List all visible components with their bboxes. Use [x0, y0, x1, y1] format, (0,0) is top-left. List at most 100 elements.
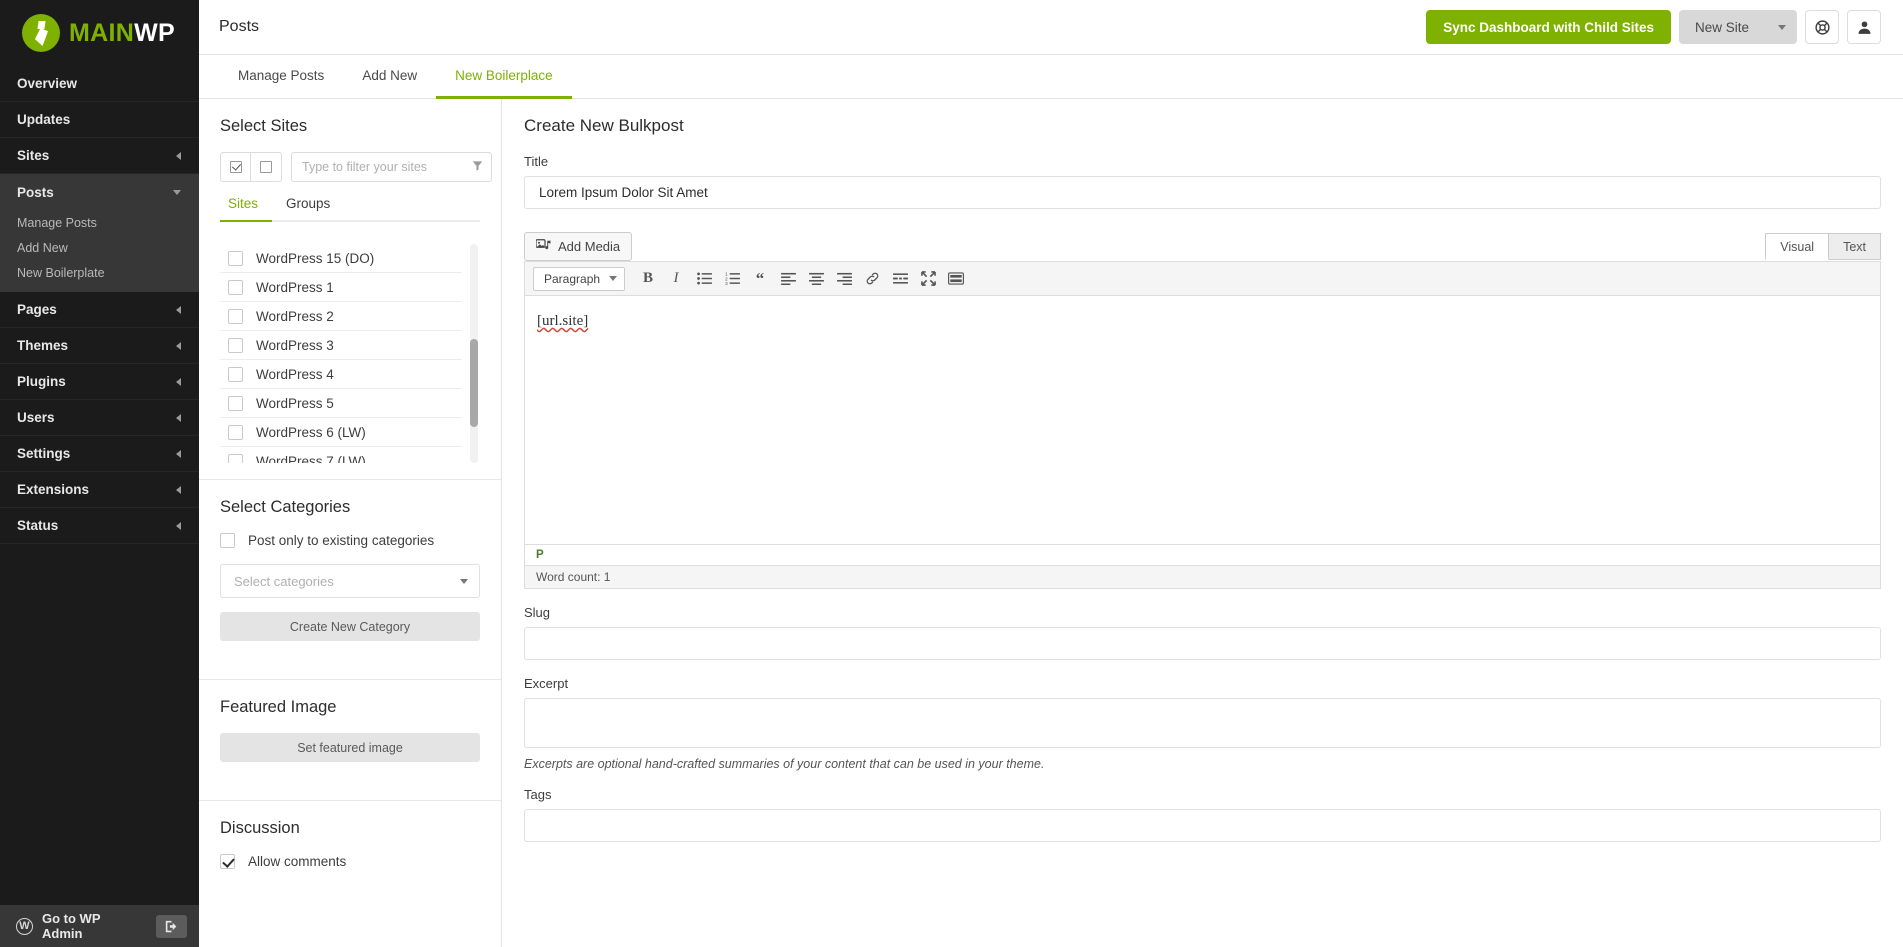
- sites-filter-input[interactable]: [291, 152, 492, 182]
- tab-label: Add New: [362, 68, 418, 83]
- sidebar-item-label: Overview: [17, 76, 78, 91]
- post-title-input[interactable]: [524, 176, 1881, 209]
- sidebar-item-overview[interactable]: Overview: [0, 66, 199, 102]
- site-checkbox[interactable]: [228, 424, 243, 440]
- link-icon[interactable]: [859, 266, 885, 292]
- site-checkbox[interactable]: [228, 279, 243, 295]
- editor-content-area[interactable]: [url.site]: [524, 296, 1881, 545]
- set-featured-image-button[interactable]: Set featured image: [220, 733, 480, 762]
- sync-dashboard-button[interactable]: Sync Dashboard with Child Sites: [1426, 10, 1671, 44]
- tab-text-editor[interactable]: Text: [1829, 233, 1881, 260]
- subtab-sites[interactable]: Sites: [220, 196, 273, 222]
- sidebar-subitem-new-boilerplate[interactable]: New Boilerplate: [0, 260, 199, 285]
- site-list-item[interactable]: WordPress 1: [220, 273, 462, 302]
- create-new-category-button[interactable]: Create New Category: [220, 612, 480, 641]
- align-right-icon[interactable]: [831, 266, 857, 292]
- site-list-item[interactable]: WordPress 6 (LW): [220, 418, 462, 447]
- checkbox-empty-icon: [260, 161, 272, 173]
- select-all-sites-button[interactable]: [220, 152, 251, 182]
- sidebar-item-pages[interactable]: Pages: [0, 292, 199, 328]
- sidebar-subitem-label: New Boilerplate: [17, 265, 105, 280]
- italic-icon[interactable]: I: [663, 266, 689, 292]
- account-button[interactable]: [1847, 10, 1881, 44]
- align-center-icon[interactable]: [803, 266, 829, 292]
- toolbar-toggle-icon[interactable]: [943, 266, 969, 292]
- sidebar-item-extensions[interactable]: Extensions: [0, 472, 199, 508]
- sidebar-item-label: Plugins: [17, 374, 66, 389]
- sites-filter-row: [220, 152, 492, 182]
- sites-filter-wrap: [291, 152, 492, 182]
- fullscreen-icon[interactable]: [915, 266, 941, 292]
- sidebar-item-sites[interactable]: Sites: [0, 138, 199, 174]
- site-list-item[interactable]: WordPress 5: [220, 389, 462, 418]
- tags-input[interactable]: [524, 809, 1881, 842]
- help-button[interactable]: [1805, 10, 1839, 44]
- site-checkbox[interactable]: [228, 453, 243, 463]
- read-more-icon[interactable]: [887, 266, 913, 292]
- sidebar-item-plugins[interactable]: Plugins: [0, 364, 199, 400]
- numbered-list-icon[interactable]: 1 2 3: [719, 266, 745, 292]
- site-checkbox[interactable]: [228, 250, 243, 266]
- site-checkbox[interactable]: [228, 308, 243, 324]
- new-site-dropdown[interactable]: New Site: [1679, 10, 1797, 44]
- left-panel: Select Sites Type to filter your sites S…: [199, 99, 502, 947]
- site-checkbox[interactable]: [228, 337, 243, 353]
- sidebar-subitem-manage-posts[interactable]: Manage Posts: [0, 210, 199, 235]
- format-select[interactable]: Paragraph: [533, 266, 625, 291]
- editor-element-path: P: [524, 545, 1881, 566]
- slug-input[interactable]: [524, 627, 1881, 660]
- sidebar-item-settings[interactable]: Settings: [0, 436, 199, 472]
- sidebar-item-label: Extensions: [17, 482, 90, 497]
- sites-scrollbar-thumb[interactable]: [470, 339, 478, 427]
- editor-heading: Create New Bulkpost: [524, 116, 684, 135]
- site-list-item[interactable]: WordPress 2: [220, 302, 462, 331]
- wordpress-logo-icon: W: [16, 917, 33, 935]
- post-only-existing-checkbox[interactable]: [220, 533, 235, 548]
- post-only-existing-row[interactable]: Post only to existing categories: [220, 533, 480, 548]
- top-bar-actions: Sync Dashboard with Child Sites New Site: [1426, 10, 1881, 44]
- sidebar-item-users[interactable]: Users: [0, 400, 199, 436]
- sidebar-item-label: Status: [17, 518, 59, 533]
- site-list-item[interactable]: WordPress 15 (DO): [220, 244, 462, 273]
- sidebar-item-status[interactable]: Status: [0, 508, 199, 544]
- sidebar-item-updates[interactable]: Updates: [0, 102, 199, 138]
- categories-select[interactable]: Select categories: [220, 564, 480, 598]
- sidebar-subitem-add-new[interactable]: Add New: [0, 235, 199, 260]
- align-left-icon[interactable]: [775, 266, 801, 292]
- sidebar-item-themes[interactable]: Themes: [0, 328, 199, 364]
- deselect-all-sites-button[interactable]: [251, 152, 282, 182]
- subtab-groups[interactable]: Groups: [272, 196, 344, 222]
- bold-icon[interactable]: B: [635, 266, 661, 292]
- site-checkbox[interactable]: [228, 395, 243, 411]
- editor-toolbar: Paragraph B I 1 2 3 “: [524, 261, 1881, 296]
- sidebar-item-posts[interactable]: Posts: [0, 174, 199, 210]
- allow-comments-row[interactable]: Allow comments: [220, 854, 480, 869]
- discussion-heading: Discussion: [220, 819, 300, 837]
- excerpt-help-text: Excerpts are optional hand-crafted summa…: [524, 757, 1045, 771]
- excerpt-textarea[interactable]: [524, 698, 1881, 748]
- site-checkbox[interactable]: [228, 366, 243, 382]
- slug-label: Slug: [524, 605, 551, 620]
- exit-arrow-icon[interactable]: [155, 914, 187, 938]
- allow-comments-checkbox[interactable]: [220, 854, 235, 869]
- tab-new-boilerplace[interactable]: New Boilerplace: [436, 55, 572, 99]
- featured-image-heading: Featured Image: [220, 698, 337, 716]
- sites-scrollbar-track[interactable]: [470, 244, 478, 463]
- go-to-wp-admin-bar[interactable]: W Go to WP Admin: [0, 905, 199, 947]
- site-list-item[interactable]: WordPress 7 (LW): [220, 447, 462, 463]
- chevron-down-icon: [1778, 24, 1786, 30]
- select-categories-section: Select Categories Post only to existing …: [199, 479, 501, 663]
- checkbox-checked-icon: [229, 161, 242, 173]
- bullet-list-icon[interactable]: [691, 266, 717, 292]
- site-list-item[interactable]: WordPress 4: [220, 360, 462, 389]
- content-row: Select Sites Type to filter your sites S…: [199, 99, 1903, 947]
- site-list-item[interactable]: WordPress 3: [220, 331, 462, 360]
- select-categories-heading: Select Categories: [220, 498, 351, 516]
- add-media-button[interactable]: Add Media: [524, 232, 633, 261]
- subtab-label: Sites: [228, 196, 259, 211]
- blockquote-icon[interactable]: “: [747, 266, 773, 292]
- tab-visual-editor[interactable]: Visual: [1765, 233, 1830, 260]
- tab-manage-posts[interactable]: Manage Posts: [219, 55, 343, 99]
- tab-add-new[interactable]: Add New: [343, 55, 436, 99]
- brand-logo-area[interactable]: MAINWP: [0, 0, 199, 66]
